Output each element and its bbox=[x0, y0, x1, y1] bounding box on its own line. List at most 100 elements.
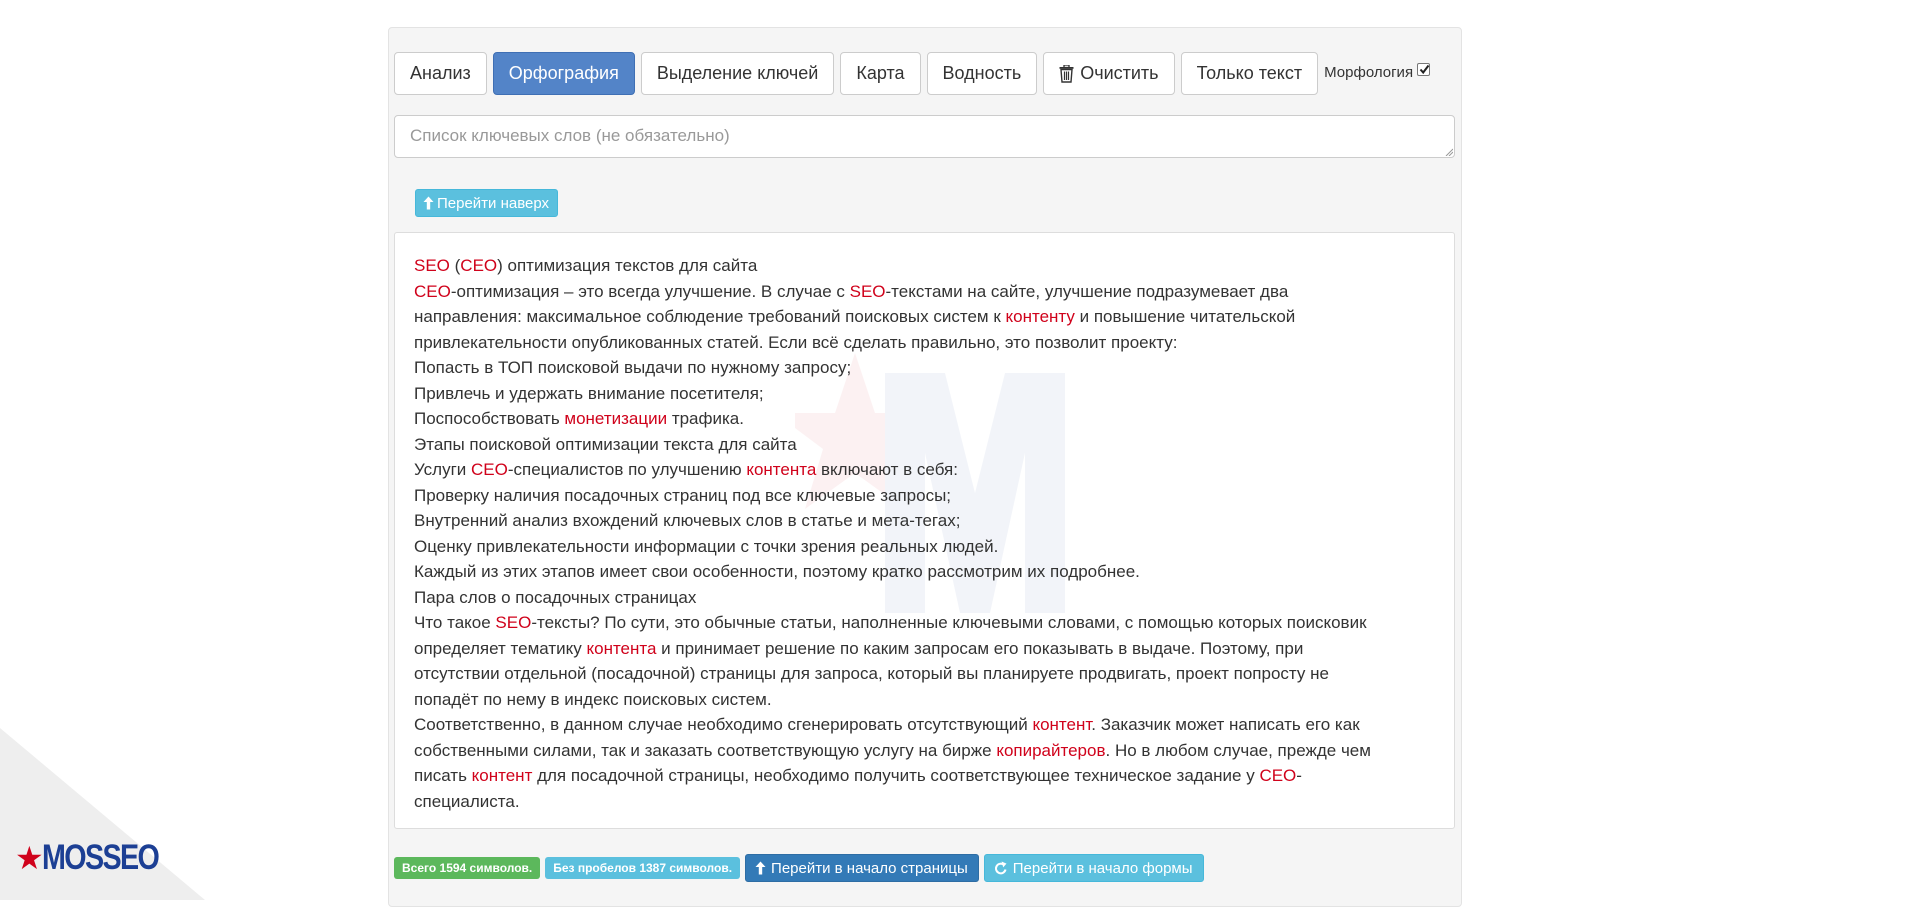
text-segment: трафика. bbox=[667, 409, 744, 428]
spelling-button[interactable]: Орфография bbox=[492, 52, 635, 95]
text-line: Что такое SEO-тексты? По сути, это обычн… bbox=[414, 610, 1435, 636]
text-segment: Внутренний анализ вхождений ключевых сло… bbox=[414, 511, 961, 530]
text-line: Поспособствовать монетизации трафика. bbox=[414, 406, 1435, 432]
text-line: СЕО-оптимизация – это всегда улучшение. … bbox=[414, 279, 1435, 305]
text-line: Привлечь и удержать внимание посетителя; bbox=[414, 381, 1435, 407]
no-spaces-chars-badge: Без пробелов 1387 символов. bbox=[545, 857, 741, 879]
text-segment: направления: максимальное соблюдение тре… bbox=[414, 307, 1006, 326]
clear-button-label: Очистить bbox=[1080, 63, 1159, 83]
text-line: Оценку привлекательности информации с то… bbox=[414, 534, 1435, 560]
highlighted-word: СЕО bbox=[471, 460, 508, 479]
resize-grip-icon[interactable] bbox=[1445, 148, 1453, 156]
text-segment: -специалистов по улучшению bbox=[507, 460, 747, 479]
text-segment: -оптимизация – это всегда улучшение. В с… bbox=[450, 281, 850, 301]
text-segment: . Но в любом случае, прежде чем bbox=[1105, 740, 1371, 760]
highlighted-word: SEO bbox=[414, 256, 450, 275]
arrow-up-icon bbox=[423, 196, 434, 210]
text-line: Пара слов о посадочных страницах bbox=[414, 585, 1435, 611]
text-segment: Этапы поисковой оптимизации текста для с… bbox=[414, 434, 797, 454]
text-segment: Поспособствовать bbox=[414, 409, 565, 428]
map-button[interactable]: Карта bbox=[840, 52, 921, 95]
text-segment: и повышение читательской bbox=[1074, 307, 1296, 326]
text-only-button[interactable]: Только текст bbox=[1180, 52, 1319, 95]
text-line: привлекательности опубликованных статей.… bbox=[414, 330, 1435, 356]
text-segment: Привлечь и удержать внимание посетителя; bbox=[414, 383, 764, 403]
go-up-button[interactable]: Перейти наверх bbox=[415, 189, 559, 217]
text-segment: -тексты? По сути, это обычные статьи, на… bbox=[531, 613, 1367, 632]
text-segment: Попасть в ТОП поисковой выдачи по нужном… bbox=[414, 358, 852, 377]
highlight-keys-button[interactable]: Выделение ключей bbox=[640, 52, 835, 95]
morphology-label: Морфология bbox=[1324, 63, 1414, 81]
text-segment: Пара слов о посадочных страницах bbox=[414, 587, 697, 607]
text-segment: специалиста. bbox=[414, 791, 520, 811]
total-chars-badge: Всего 1594 символов. bbox=[394, 857, 541, 879]
arrow-up-icon bbox=[755, 861, 766, 875]
text-segment: Проверку наличия посадочных страниц под … bbox=[414, 485, 952, 505]
keywords-input[interactable] bbox=[394, 115, 1455, 158]
highlighted-word: SEO bbox=[495, 613, 532, 632]
text-line: SEO (СЕО) оптимизация текстов для сайта bbox=[414, 253, 1435, 279]
highlighted-word: контента bbox=[746, 460, 817, 479]
text-segment: Соответственно, в данном случае необходи… bbox=[414, 715, 1033, 734]
text-line: Соответственно, в данном случае необходи… bbox=[414, 712, 1435, 738]
text-line: Проверку наличия посадочных страниц под … bbox=[414, 483, 1435, 509]
trash-icon bbox=[1059, 64, 1074, 83]
text-line: направления: максимальное соблюдение тре… bbox=[414, 304, 1435, 330]
toolbar: Анализ Орфография Выделение ключей Карта… bbox=[394, 52, 1431, 95]
checkmark-icon bbox=[1419, 64, 1430, 74]
highlighted-word: контент bbox=[1032, 715, 1092, 734]
text-segment: включают в себя: bbox=[816, 460, 958, 479]
text-line: попадёт по нему в индекс поисковых систе… bbox=[414, 687, 1435, 713]
text-segment: - bbox=[1296, 766, 1302, 785]
highlighted-word: SEO bbox=[849, 281, 886, 301]
wateriness-button[interactable]: Водность bbox=[926, 52, 1038, 95]
clear-button[interactable]: Очистить bbox=[1043, 52, 1175, 95]
page-top-button[interactable]: Перейти в начало страницы bbox=[745, 854, 979, 882]
highlighted-word: контенту bbox=[1005, 307, 1075, 326]
text-segment: . Заказчик может написать его как bbox=[1091, 715, 1360, 734]
text-segment: ( bbox=[449, 256, 461, 275]
analyzed-text-box[interactable]: SEO (СЕО) оптимизация текстов для сайта С… bbox=[394, 232, 1455, 829]
highlighted-word: контент bbox=[471, 766, 533, 785]
star-icon: ★ bbox=[15, 839, 44, 877]
analysis-button[interactable]: Анализ bbox=[394, 52, 487, 95]
text-segment: попадёт по нему в индекс поисковых систе… bbox=[414, 689, 772, 709]
mosseo-logo[interactable]: ★ MOSSEO bbox=[15, 838, 183, 877]
text-line: собственными силами, так и заказать соот… bbox=[414, 738, 1435, 764]
text-line: определяет тематику контента и принимает… bbox=[414, 636, 1435, 662]
morphology-toggle[interactable]: Морфология bbox=[1324, 62, 1431, 81]
text-segment: Услуги bbox=[414, 460, 472, 479]
bottom-bar: Всего 1594 символов. Без пробелов 1387 с… bbox=[394, 854, 1209, 882]
text-line: писать контент для посадочной страницы, … bbox=[414, 763, 1435, 789]
text-line: Этапы поисковой оптимизации текста для с… bbox=[414, 432, 1435, 458]
text-segment: Что такое bbox=[414, 613, 496, 632]
highlighted-word: копирайтеров bbox=[996, 740, 1106, 760]
refresh-icon bbox=[994, 861, 1008, 876]
go-up-label: Перейти наверх bbox=[437, 194, 550, 212]
analyzer-panel: Анализ Орфография Выделение ключей Карта… bbox=[388, 27, 1462, 907]
text-segment: привлекательности опубликованных статей.… bbox=[414, 332, 1178, 352]
text-segment: Каждый из этих этапов имеет свои особенн… bbox=[414, 562, 1140, 581]
form-top-button[interactable]: Перейти в начало формы bbox=[983, 854, 1204, 882]
highlighted-word: СЕО bbox=[460, 256, 498, 275]
text-segment: собственными силами, так и заказать соот… bbox=[414, 740, 997, 760]
text-line: Каждый из этих этапов имеет свои особенн… bbox=[414, 559, 1435, 585]
text-segment: ) оптимизация текстов для сайта bbox=[497, 256, 758, 275]
highlighted-word: контента bbox=[586, 638, 657, 658]
highlighted-word: СЕО bbox=[1259, 766, 1297, 785]
text-segment: Оценку привлекательности информации с то… bbox=[414, 536, 999, 556]
highlighted-word: СЕО bbox=[414, 281, 451, 301]
text-segment: для посадочной страницы, необходимо полу… bbox=[532, 766, 1260, 785]
text-line: Попасть в ТОП поисковой выдачи по нужном… bbox=[414, 355, 1435, 381]
text-line: отсутствии отдельной (посадочной) страни… bbox=[414, 661, 1435, 687]
text-segment: отсутствии отдельной (посадочной) страни… bbox=[414, 664, 1329, 683]
text-line: Услуги СЕО-специалистов по улучшению кон… bbox=[414, 457, 1435, 483]
text-segment: -текстами на сайте, улучшение подразумев… bbox=[885, 281, 1289, 301]
text-segment: и принимает решение по каким запросам ег… bbox=[656, 638, 1304, 658]
form-top-label: Перейти в начало формы bbox=[1012, 859, 1193, 877]
text-segment: определяет тематику bbox=[414, 638, 587, 658]
page-top-label: Перейти в начало страницы bbox=[771, 859, 968, 877]
highlighted-word: монетизации bbox=[564, 409, 668, 428]
morphology-checkbox[interactable] bbox=[1417, 62, 1431, 76]
text-segment: писать bbox=[414, 766, 472, 785]
